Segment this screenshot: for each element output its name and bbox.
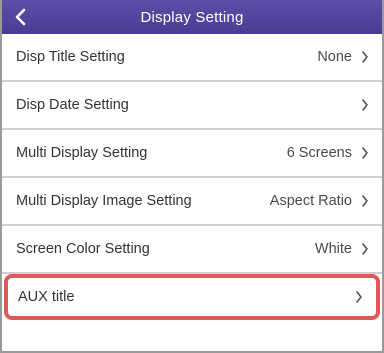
setting-value: Aspect Ratio: [269, 193, 352, 209]
settings-list: Disp Title Setting None Disp Date Settin…: [2, 34, 382, 320]
setting-value: 6 Screens: [286, 145, 352, 161]
chevron-right-icon: [360, 194, 370, 208]
chevron-right-icon: [354, 290, 364, 304]
chevron-left-icon: [15, 8, 26, 26]
setting-label: AUX title: [18, 289, 75, 305]
display-setting-screen: Display Setting Disp Title Setting None …: [0, 0, 384, 353]
setting-row-disp-date[interactable]: Disp Date Setting: [2, 82, 382, 130]
chevron-right-icon: [360, 50, 370, 64]
setting-row-aux-title[interactable]: AUX title: [4, 274, 380, 320]
setting-row-disp-title[interactable]: Disp Title Setting None: [2, 34, 382, 82]
setting-label: Disp Title Setting: [16, 49, 125, 65]
list-footer-space: [2, 327, 382, 351]
setting-row-multi-display-image[interactable]: Multi Display Image Setting Aspect Ratio: [2, 178, 382, 226]
chevron-right-icon: [360, 242, 370, 256]
setting-row-screen-color[interactable]: Screen Color Setting White: [2, 226, 382, 274]
back-button[interactable]: [8, 5, 34, 29]
setting-label: Multi Display Setting: [16, 145, 148, 161]
setting-value: None: [317, 49, 352, 65]
setting-label: Multi Display Image Setting: [16, 193, 192, 209]
setting-label: Screen Color Setting: [16, 241, 150, 257]
setting-row-multi-display[interactable]: Multi Display Setting 6 Screens: [2, 130, 382, 178]
page-title: Display Setting: [140, 8, 244, 26]
chevron-right-icon: [360, 98, 370, 112]
setting-label: Disp Date Setting: [16, 97, 129, 113]
chevron-right-icon: [360, 146, 370, 160]
header-bar: Display Setting: [2, 0, 382, 34]
setting-value: White: [314, 241, 352, 257]
